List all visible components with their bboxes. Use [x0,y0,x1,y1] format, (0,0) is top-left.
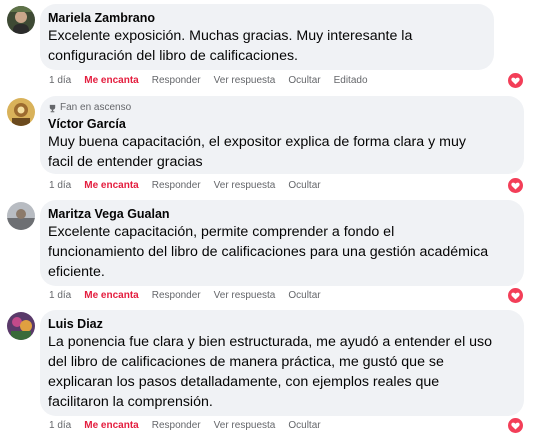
hide-button[interactable]: Ocultar [288,290,320,301]
hide-button[interactable]: Ocultar [288,420,320,431]
reply-button[interactable]: Responder [152,180,201,191]
comment-text-line: del libro de calificaciones de manera pr… [48,354,444,370]
comment-time[interactable]: 1 día [49,420,71,431]
love-reaction-button[interactable]: Me encanta [84,180,138,191]
comment-author[interactable]: Víctor García [48,116,516,132]
love-reaction-icon[interactable] [508,178,523,193]
comment-text-line: funcionamiento del libro de calificacion… [48,244,489,260]
love-reaction-icon[interactable] [508,418,523,433]
avatar[interactable] [7,6,35,34]
view-reply-button[interactable]: Ver respuesta [214,420,276,431]
view-reply-button[interactable]: Ver respuesta [214,180,276,191]
reply-button[interactable]: Responder [152,290,201,301]
comment-time[interactable]: 1 día [49,290,71,301]
comment-author[interactable]: Mariela Zambrano [48,10,486,26]
love-reaction-button[interactable]: Me encanta [84,75,138,86]
comment-time[interactable]: 1 día [49,180,71,191]
comment-time[interactable]: 1 día [49,75,71,86]
view-reply-button[interactable]: Ver respuesta [214,290,276,301]
view-reply-button[interactable]: Ver respuesta [214,75,276,86]
reply-button[interactable]: Responder [152,420,201,431]
love-reaction-button[interactable]: Me encanta [84,290,138,301]
comment-bubble: Fan en ascenso Víctor García Muy buena c… [40,96,524,174]
comment-author[interactable]: Luis Diaz [48,316,516,332]
love-reaction-icon[interactable] [508,73,523,88]
avatar[interactable] [7,98,35,126]
comment-actions: 1 día Me encanta Responder Ver respuesta… [49,418,334,432]
love-reaction-button[interactable]: Me encanta [84,420,138,431]
edited-label: Editado [333,74,368,86]
comment-text-line: Excelente capacitación, permite comprend… [48,224,395,240]
comment-actions: 1 día Me encanta Responder Ver respuesta… [49,73,381,87]
comment-text-line: eficiente. [48,264,105,280]
hide-button[interactable]: Ocultar [288,180,320,191]
comment-text-line: Excelente exposición. Muchas gracias. Mu… [48,28,413,44]
avatar[interactable] [7,312,35,340]
avatar[interactable] [7,202,35,230]
comment-text-line: facilitaron la comprensión. [48,394,213,410]
comment-text-line: facil de entender gracias [48,154,203,170]
comment-text-line: configuración del libro de calificacione… [48,48,298,64]
comment-author[interactable]: Maritza Vega Gualan [48,206,516,222]
comment-bubble: Maritza Vega Gualan Excelente capacitaci… [40,200,524,286]
hide-button[interactable]: Ocultar [288,75,320,86]
comment-actions: 1 día Me encanta Responder Ver respuesta… [49,288,334,302]
trophy-icon [48,104,57,113]
comment-text-line: Muy buena capacitación, el expositor exp… [48,134,466,150]
comment-actions: 1 día Me encanta Responder Ver respuesta… [49,178,334,192]
comment-bubble: Mariela Zambrano Excelente exposición. M… [40,4,494,70]
reply-button[interactable]: Responder [152,75,201,86]
comment-bubble: Luis Diaz La ponencia fue clara y bien e… [40,310,524,416]
love-reaction-icon[interactable] [508,288,523,303]
comment-text-line: explicaran los pasos detalladamente, con… [48,374,440,390]
comment-text-line: La ponencia fue clara y bien estructurad… [48,334,493,350]
fan-badge: Fan en ascenso [48,102,516,114]
fan-badge-label: Fan en ascenso [60,102,132,113]
